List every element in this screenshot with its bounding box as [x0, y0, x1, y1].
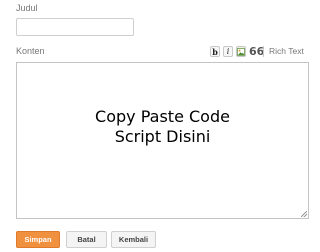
back-button[interactable]: Kembali [111, 231, 156, 248]
quote-button[interactable]: 66 [249, 45, 264, 57]
italic-button[interactable]: i [223, 45, 233, 57]
content-text-line-1: Copy Paste Code [95, 107, 230, 126]
rich-text-link[interactable]: Rich Text [269, 46, 304, 56]
image-icon [237, 47, 245, 56]
content-text-line-2: Script Disini [114, 127, 211, 146]
content-label: Konten [16, 46, 45, 56]
bold-button[interactable]: b [210, 45, 220, 57]
content-textarea[interactable]: Copy Paste Code Script Disini [16, 62, 309, 219]
cancel-button[interactable]: Batal [66, 231, 107, 248]
editor-toolbar: b i 66 Rich Text [210, 45, 304, 57]
toolbar-divider [263, 45, 264, 57]
content-text: Copy Paste Code Script Disini [17, 107, 308, 147]
resize-handle[interactable] [301, 211, 307, 217]
save-button[interactable]: Simpan [16, 231, 60, 248]
title-input[interactable] [16, 18, 134, 36]
title-label: Judul [16, 3, 38, 13]
insert-image-button[interactable] [236, 45, 246, 57]
